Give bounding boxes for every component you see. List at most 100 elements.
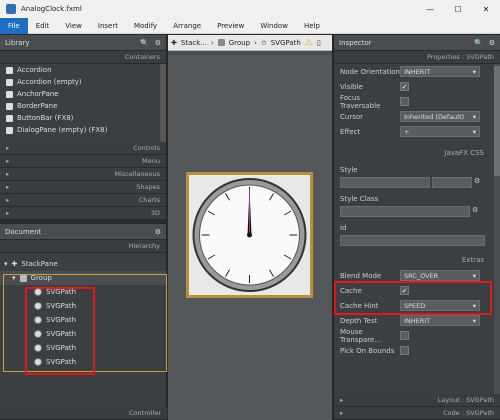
breadcrumb-item[interactable]: Stack...	[181, 39, 207, 47]
menu-edit[interactable]: Edit	[28, 18, 58, 34]
inspector-scroll: Node Orientation INHERIT ▾ Visible ✓ Focus …	[334, 64, 500, 404]
visible-checkbox[interactable]: ✓	[400, 82, 409, 91]
menu-view[interactable]: View	[57, 18, 90, 34]
library-section-charts[interactable]: ▸ Charts	[0, 194, 166, 207]
library-section-3d[interactable]: ▸ 3D	[0, 207, 166, 220]
prop-id: id	[334, 219, 492, 248]
library-item[interactable]: Accordion (empty)	[0, 76, 160, 88]
menu-arrange[interactable]: Arrange	[165, 18, 209, 34]
accordion-icon	[6, 78, 13, 86]
document-title: Document	[5, 227, 42, 236]
id-input[interactable]	[340, 235, 485, 246]
extras-header: Extras	[334, 252, 492, 268]
chevron-right-icon: ›	[210, 38, 214, 47]
prop-label: Mouse Transpare...	[340, 327, 381, 344]
window-controls: — ☐ ✕	[416, 0, 500, 18]
gear-icon[interactable]: ⚙	[155, 228, 161, 236]
library-item-label: BorderPane	[17, 102, 58, 110]
tree-row-stackpane[interactable]: ▾ ✚ StackPane	[0, 257, 166, 271]
library-section-controls[interactable]: ▸ Controls	[0, 142, 166, 155]
library-section-menu[interactable]: ▸ Menu	[0, 155, 166, 168]
prop-label: Focus Traversable	[340, 93, 381, 110]
focus-traversable-checkbox[interactable]	[400, 97, 409, 106]
prop-label: Pick On Bounds	[340, 346, 395, 355]
depth-test-select[interactable]: INHERIT ▾	[400, 315, 480, 326]
document-icon[interactable]: ▯	[317, 39, 321, 47]
inspector-scrollbar[interactable]	[494, 64, 500, 404]
tree-row-svgpath[interactable]: SVGPath	[30, 341, 166, 355]
menu-preview[interactable]: Preview	[209, 18, 252, 34]
warning-icon[interactable]: ⚠	[305, 38, 313, 48]
library-item[interactable]: Accordion	[0, 64, 160, 76]
field-value: +	[404, 127, 410, 136]
highlight-box	[334, 281, 492, 315]
close-icon[interactable]: ✕	[472, 0, 500, 18]
library-item[interactable]: BorderPane	[0, 100, 160, 112]
clock-preview[interactable]	[186, 172, 313, 298]
mouse-transparent-checkbox[interactable]	[400, 331, 409, 340]
prop-mouse-transparent: Mouse Transpare...	[334, 327, 492, 344]
style-input[interactable]	[340, 177, 430, 188]
library-section-containers[interactable]: Containers	[0, 51, 166, 64]
stackpane-icon: ✚	[11, 260, 18, 268]
menu-insert[interactable]: Insert	[90, 18, 126, 34]
library-item[interactable]: AnchorPane	[0, 88, 160, 100]
section-label: Hierarchy	[128, 242, 160, 250]
library-item[interactable]: ButtonBar (FX8)	[0, 112, 160, 124]
properties-header[interactable]: Properties : SVGPath	[334, 51, 500, 64]
library-item[interactable]: DialogPane (empty) (FX8)	[0, 124, 160, 136]
scrollbar-thumb[interactable]	[494, 66, 500, 176]
style-class-input[interactable]	[340, 206, 470, 217]
tree-row-svgpath[interactable]: SVGPath	[30, 299, 166, 313]
prop-style-class: Style Class ⚙	[334, 190, 492, 219]
search-icon[interactable]: 🔍	[140, 39, 149, 47]
library-item-label: Accordion (empty)	[17, 78, 82, 86]
library-item-label: DialogPane (empty) (FX8)	[17, 126, 108, 134]
layout-header[interactable]: ▸ Layout : SVGPath	[334, 394, 500, 407]
code-header[interactable]: ▸ Code : SVGPath	[334, 407, 500, 420]
minimize-icon[interactable]: —	[416, 0, 444, 18]
menu-help[interactable]: Help	[296, 18, 328, 34]
hierarchy-header[interactable]: Hierarchy	[0, 240, 166, 253]
tree-row-svgpath[interactable]: SVGPath	[30, 285, 166, 299]
menu-window[interactable]: Window	[252, 18, 296, 34]
prop-label: Visible	[340, 82, 363, 91]
tree-row-svgpath[interactable]: SVGPath	[30, 313, 166, 327]
menu-modify[interactable]: Modify	[126, 18, 165, 34]
style-value-input[interactable]	[432, 177, 472, 188]
hierarchy-tree: ▾ ✚ StackPane ▾ Group SVGPath SVGPath SV…	[0, 257, 167, 387]
field-value: INHERIT	[404, 67, 431, 76]
library-section-shapes[interactable]: ▸ Shapes	[0, 181, 166, 194]
prop-label: Depth Test	[340, 316, 378, 325]
tree-row-svgpath[interactable]: SVGPath	[30, 355, 166, 369]
gear-icon[interactable]: ⚙	[472, 206, 478, 217]
library-section-miscellaneous[interactable]: ▸ Miscellaneous	[0, 168, 166, 181]
prop-effect: Effect + ▾	[334, 124, 492, 139]
search-icon[interactable]: 🔍	[474, 39, 483, 47]
breadcrumb-item[interactable]: SVGPath	[271, 39, 301, 47]
tree-row-svgpath[interactable]: SVGPath	[30, 327, 166, 341]
node-orientation-select[interactable]: INHERIT ▾	[400, 66, 480, 77]
library-item-label: Accordion	[17, 66, 52, 74]
gear-icon[interactable]: ⚙	[155, 39, 161, 47]
gear-icon[interactable]: ⚙	[489, 39, 495, 47]
borderpane-icon	[6, 102, 13, 110]
canvas[interactable]	[168, 55, 332, 420]
chevron-down-icon: ▾	[472, 127, 476, 136]
breadcrumb-item[interactable]: Group	[229, 39, 250, 47]
controller-header[interactable]: Controller	[0, 407, 167, 420]
dialogpane-icon	[6, 126, 13, 134]
anchorpane-icon	[6, 90, 13, 98]
blend-mode-select[interactable]: SRC_OVER ▾	[400, 270, 480, 281]
field-value: Inherited (Default)	[404, 112, 465, 121]
gear-icon[interactable]: ⚙	[474, 177, 480, 188]
effect-select[interactable]: + ▾	[400, 126, 480, 137]
maximize-icon[interactable]: ☐	[444, 0, 472, 18]
cursor-select[interactable]: Inherited (Default) ▾	[400, 111, 480, 122]
expand-icon[interactable]: ▾	[4, 260, 8, 268]
library-item-label: ButtonBar (FX8)	[17, 114, 74, 122]
chevron-down-icon: ▾	[472, 271, 476, 280]
stackpane-icon: ✚	[171, 38, 177, 47]
menu-file[interactable]: File	[0, 17, 28, 34]
pick-on-bounds-checkbox[interactable]	[400, 346, 409, 355]
